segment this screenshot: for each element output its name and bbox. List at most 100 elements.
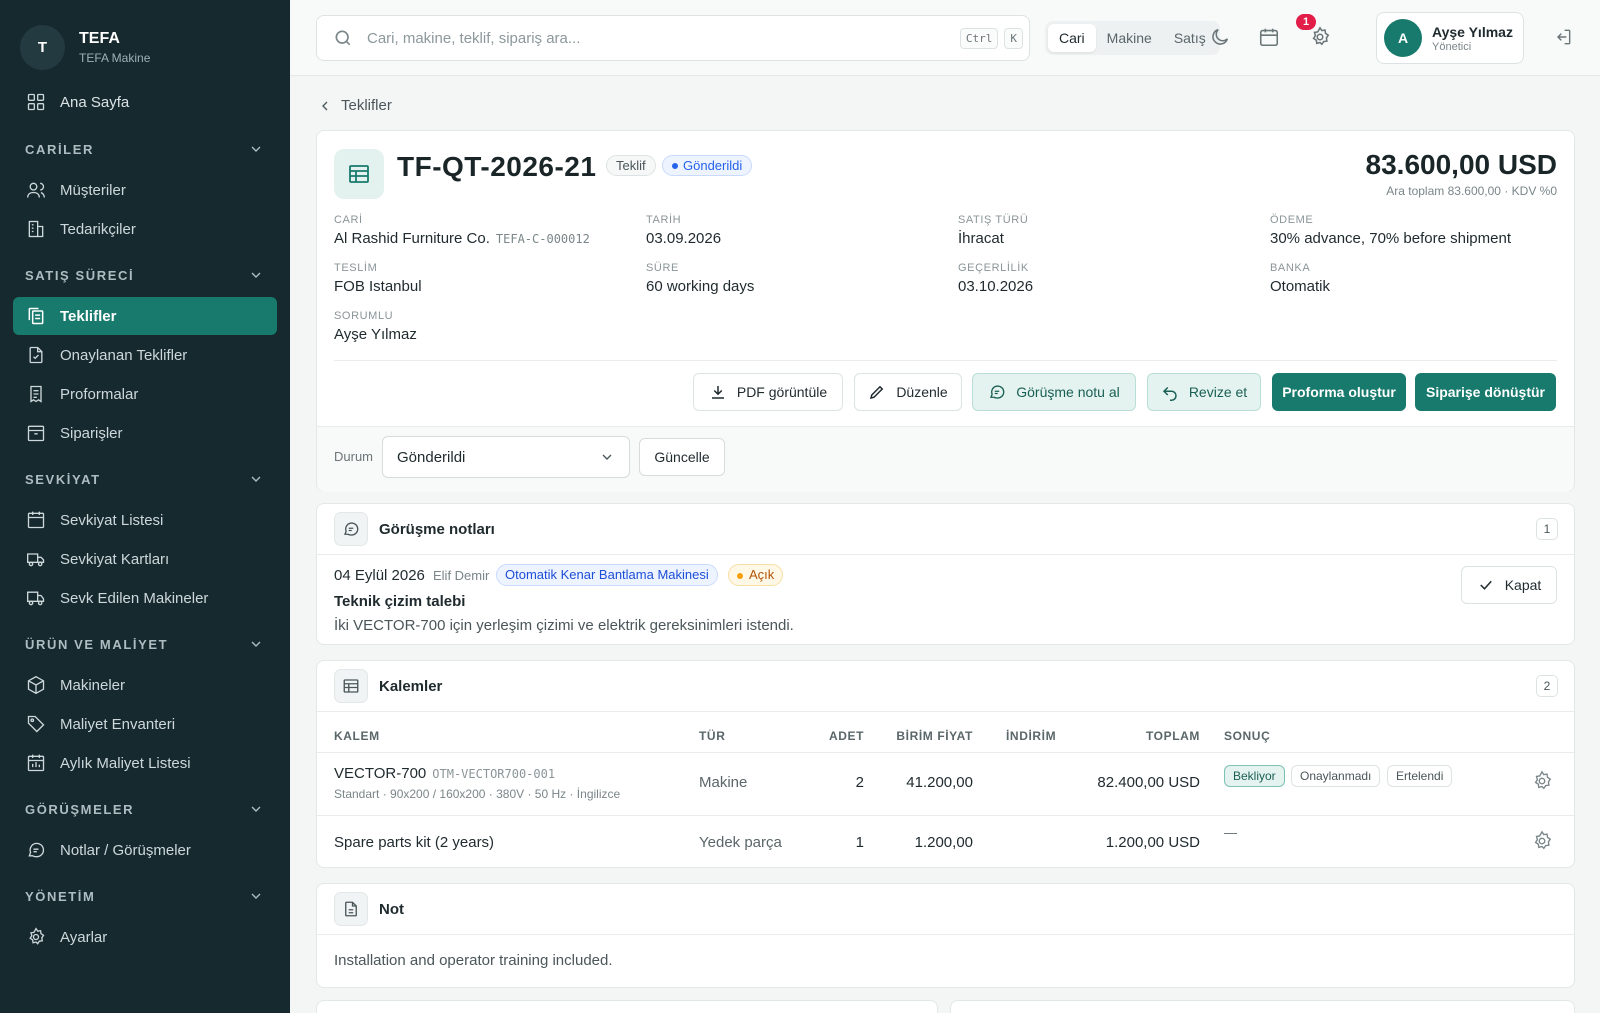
sidebar-item-sevk-edilen-makineler[interactable]: Sevk Edilen Makineler (13, 579, 277, 617)
topbar: Cari, makine, teklif, sipariş ara... Ctr… (290, 0, 1600, 76)
add-meeting-note-button[interactable]: Görüşme notu al (972, 373, 1136, 411)
field-gecerlilik: GEÇERLİLİK 03.10.2026 (958, 262, 1033, 295)
nav-section-yonetim[interactable]: YÖNETİM (0, 875, 290, 917)
nav-section-title: SEVKİYAT (25, 471, 101, 487)
button-label: Proforma oluştur (1282, 384, 1396, 400)
section-title: Görüşme notları (379, 520, 495, 538)
nav-section-title: SATIŞ SÜRECİ (25, 267, 135, 283)
main-content: Teklifler TF-QT-2026-21 Teklif Gönderild… (290, 76, 1600, 1013)
nav-section-title: YÖNETİM (25, 888, 96, 904)
field-value: 30% advance, 70% before shipment (1270, 230, 1511, 247)
item-qty: 1 (855, 834, 864, 851)
sidebar-item-ayarlar[interactable]: Ayarlar (13, 918, 277, 956)
edit-button[interactable]: Düzenle (854, 373, 962, 411)
moon-icon[interactable] (1209, 26, 1231, 48)
column-header-indirim: İNDİRİM (1006, 729, 1057, 743)
nav-section-cariler[interactable]: CARİLER (0, 128, 290, 170)
status-badge: Gönderildi (662, 155, 753, 176)
button-label: Görüşme notu al (1016, 384, 1120, 400)
sidebar-item-teklifler[interactable]: Teklifler (13, 297, 277, 335)
sidebar-item-sevkiyat-listesi[interactable]: Sevkiyat Listesi (13, 501, 277, 539)
check-icon (1479, 580, 1492, 590)
note-author: Elif Demir (433, 568, 490, 583)
convert-to-order-button[interactable]: Siparişe dönüştür (1415, 373, 1556, 411)
column-header-tur: TÜR (699, 729, 726, 743)
item-total: 82.400,00 USD (1097, 774, 1200, 791)
settings-icon[interactable] (1309, 26, 1331, 48)
item-unit-price: 1.200,00 (914, 834, 973, 851)
sidebar-item-notlar[interactable]: Notlar / Görüşmeler (13, 831, 277, 869)
field-tarih: TARİH 03.09.2026 (646, 214, 721, 247)
update-status-button[interactable]: Güncelle (639, 438, 725, 476)
nav-section-urun[interactable]: ÜRÜN VE MALİYET (0, 623, 290, 665)
chevron-left-icon (322, 101, 328, 110)
column-header-kalem: KALEM (334, 729, 380, 743)
result-rejected[interactable]: Onaylanmadı (1291, 765, 1381, 787)
sidebar-item-siparisler[interactable]: Siparişler (13, 414, 277, 452)
quote-icon-box (334, 149, 384, 199)
field-banka: BANKA Otomatik (1270, 262, 1330, 295)
status-select-value: Gönderildi (397, 448, 466, 466)
archive-icon (27, 425, 45, 442)
sidebar-item-sevkiyat-kartlari[interactable]: Sevkiyat Kartları (13, 540, 277, 578)
breadcrumb[interactable]: Teklifler (317, 97, 392, 114)
count-badge: 2 (1536, 675, 1558, 697)
chevron-down-icon (251, 806, 261, 812)
chevron-down-icon (251, 893, 261, 899)
revise-button[interactable]: Revize et (1147, 373, 1261, 411)
result-pending[interactable]: Bekliyor (1224, 765, 1285, 787)
nav-section-gorusmeler[interactable]: GÖRÜŞMELER (0, 788, 290, 830)
field-sure: SÜRE 60 working days (646, 262, 754, 295)
gear-icon[interactable] (1531, 830, 1553, 852)
search-input[interactable]: Cari, makine, teklif, sipariş ara... Ctr… (316, 15, 1030, 61)
chevron-down-icon (602, 454, 612, 460)
status-select[interactable]: Gönderildi (382, 436, 630, 478)
user-menu[interactable]: A Ayşe Yılmaz Yönetici (1376, 12, 1524, 64)
item-name[interactable]: Spare parts kit (2 years) (334, 834, 494, 851)
field-label: BANKA (1270, 262, 1311, 274)
field-label: SÜRE (646, 262, 679, 274)
sidebar-item-tedarikciler[interactable]: Tedarikçiler (13, 210, 277, 248)
chevron-down-icon (251, 641, 261, 647)
button-label: Kapat (1504, 577, 1542, 593)
close-note-button[interactable]: Kapat (1461, 566, 1557, 604)
create-proforma-button[interactable]: Proforma oluştur (1272, 373, 1406, 411)
sidebar-item-musteriler[interactable]: Müşteriler (13, 171, 277, 209)
sidebar-item-maliyet-envanteri[interactable]: Maliyet Envanteri (13, 705, 277, 743)
sidebar-item-label: Onaylanan Teklifler (60, 346, 188, 364)
result-postponed[interactable]: Ertelendi (1387, 765, 1453, 787)
calendar-chart-icon (27, 754, 45, 772)
sidebar-item-label: Sevkiyat Listesi (60, 511, 164, 529)
brand[interactable]: T TEFA TEFA Makine (0, 0, 290, 78)
count-badge: 1 (1536, 518, 1558, 540)
sidebar-item-label: Sevk Edilen Makineler (60, 589, 209, 607)
nav-section-sevkiyat[interactable]: SEVKİYAT (0, 458, 290, 500)
line-items-card: Kalemler 2 KALEM TÜR ADET BİRİM FİYAT İN… (316, 660, 1575, 868)
sidebar-item-aylik-maliyet[interactable]: Aylık Maliyet Listesi (13, 744, 277, 782)
item-name[interactable]: VECTOR-700 OTM-VECTOR700-001 (334, 765, 555, 782)
sidebar-item-proformalar[interactable]: Proformalar (13, 375, 277, 413)
table-icon (343, 679, 359, 693)
scope-cari[interactable]: Cari (1048, 24, 1096, 52)
gear-icon[interactable] (1531, 770, 1553, 792)
field-label: TESLİM (334, 262, 378, 274)
result-placeholder: — (1224, 825, 1237, 840)
nav-section-satis[interactable]: SATIŞ SÜRECİ (0, 254, 290, 296)
pdf-view-button[interactable]: PDF görüntüle (693, 373, 843, 411)
calendar-icon[interactable] (1258, 26, 1280, 48)
sidebar-item-makineler[interactable]: Makineler (13, 666, 277, 704)
field-label: GEÇERLİLİK (958, 262, 1029, 274)
button-label: PDF görüntüle (736, 384, 828, 400)
nav-home[interactable]: Ana Sayfa (12, 82, 278, 122)
sidebar-item-label: Aylık Maliyet Listesi (60, 754, 191, 772)
field-odeme: ÖDEME 30% advance, 70% before shipment (1270, 214, 1511, 247)
column-header-adet: ADET (829, 729, 865, 743)
document-icon (345, 901, 357, 917)
scope-makine[interactable]: Makine (1096, 24, 1163, 52)
user-role: Yönetici (1432, 40, 1472, 53)
sidebar-item-onaylanan-teklifler[interactable]: Onaylanan Teklifler (13, 336, 277, 374)
machine-tag[interactable]: Otomatik Kenar Bantlama Makinesi (496, 564, 718, 586)
field-label: TARİH (646, 214, 682, 226)
logout-icon[interactable] (1553, 27, 1573, 47)
field-value[interactable]: Al Rashid Furniture Co. (334, 230, 490, 247)
